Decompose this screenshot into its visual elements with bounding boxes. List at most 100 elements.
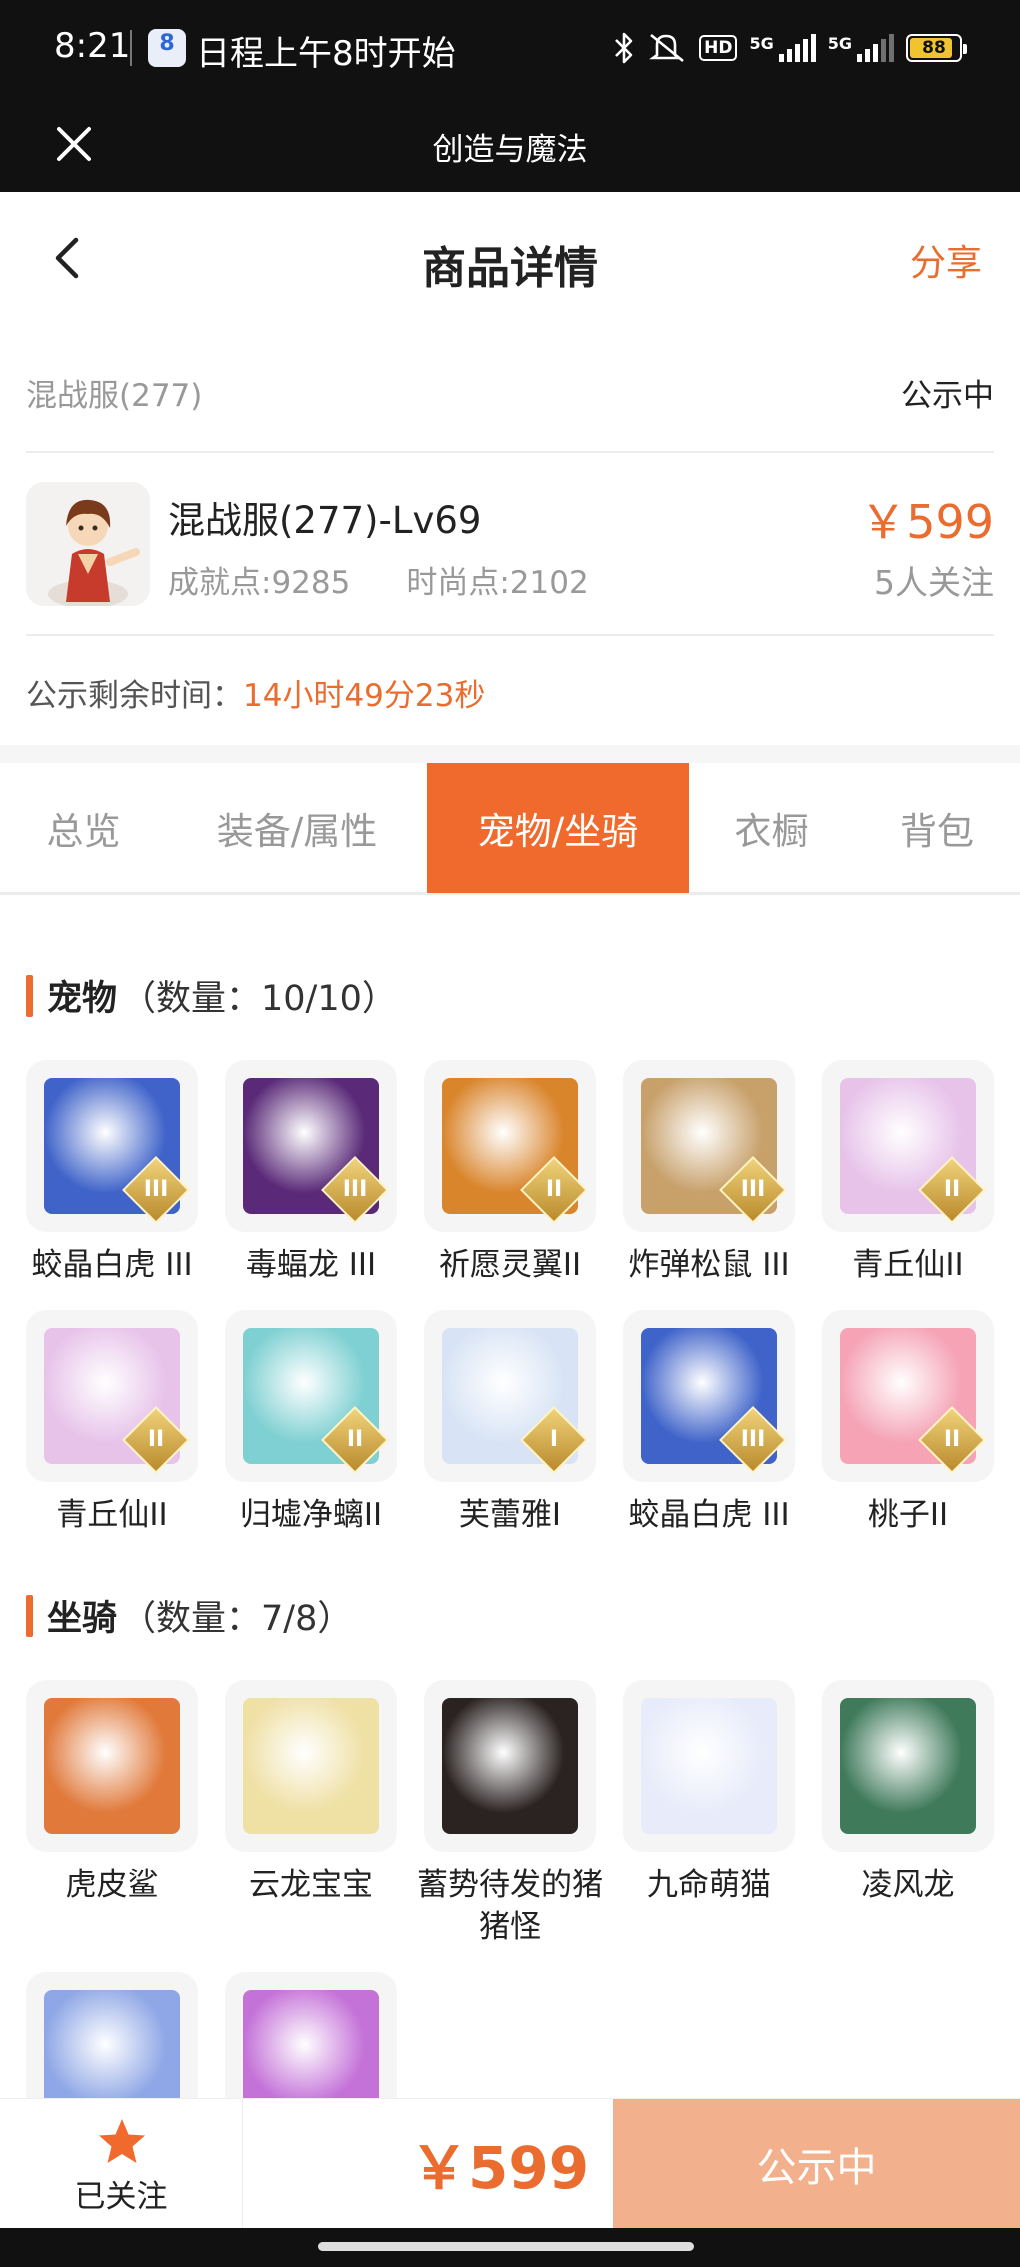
tab-bar: 总览 装备/属性 宠物/坐骑 衣橱 背包 bbox=[0, 763, 1020, 895]
pet-item[interactable]: II 归墟净螭II bbox=[225, 1310, 397, 1536]
pet-thumbnail: III bbox=[623, 1060, 795, 1232]
mount-item[interactable]: 凌风龙 bbox=[822, 1680, 994, 1948]
pet-thumbnail: III bbox=[225, 1060, 397, 1232]
pet-name: 归墟净螭II bbox=[239, 1497, 383, 1533]
server-name: 混战服(277) bbox=[26, 378, 203, 414]
pet-name: 青丘仙II bbox=[852, 1247, 964, 1283]
pets-section-header: 宠物 （数量：10/10） bbox=[26, 970, 397, 1021]
mount-image bbox=[641, 1698, 777, 1834]
remaining-time-label: 公示剩余时间： bbox=[26, 678, 243, 714]
fashion-points: 时尚点:2102 bbox=[406, 565, 589, 601]
pet-name: 桃子II bbox=[867, 1497, 949, 1533]
divider bbox=[26, 634, 994, 636]
mounts-section-header: 坐骑 （数量：7/8） bbox=[26, 1590, 352, 1641]
tab-pets-mounts[interactable]: 宠物/坐骑 bbox=[427, 763, 689, 893]
mounts-title: 坐骑 bbox=[47, 1599, 118, 1639]
mount-name: 蓄势待发的猪猪怪 bbox=[417, 1867, 603, 1945]
status-bar: 8:21 8 日程上午8时开始 HD 5G 5G 88 bbox=[0, 0, 1020, 96]
mount-image bbox=[840, 1698, 976, 1834]
bottom-action-bar: 已关注 ￥599 公示中 bbox=[0, 2098, 1020, 2229]
hd-icon: HD bbox=[699, 35, 738, 61]
pet-thumbnail: II bbox=[424, 1060, 596, 1232]
achievement-points: 成就点:9285 bbox=[168, 565, 351, 601]
item-title: 混战服(277)-Lv69 bbox=[168, 499, 482, 542]
section-accent bbox=[26, 974, 33, 1017]
item-stats: 成就点:9285 时尚点:2102 bbox=[168, 557, 589, 602]
pet-grid: III 蛟晶白虎 III III 毒蝠龙 III II 祈愿灵翼II III 炸弹松鼠 III… bbox=[26, 1060, 994, 1536]
listing-status: 公示中 bbox=[901, 378, 994, 414]
tab-wardrobe[interactable]: 衣橱 bbox=[689, 763, 854, 893]
mount-image bbox=[44, 1698, 180, 1834]
tab-equipment[interactable]: 装备/属性 bbox=[167, 763, 427, 893]
pet-thumbnail: II bbox=[822, 1310, 994, 1482]
mount-name: 虎皮鲨 bbox=[65, 1867, 159, 1903]
home-indicator[interactable] bbox=[318, 2242, 694, 2251]
mount-grid: 虎皮鲨 云龙宝宝 蓄势待发的猪猪怪 九命萌猫 凌风龙 bbox=[26, 1680, 994, 2156]
pet-name: 蛟晶白虎 III bbox=[628, 1497, 790, 1533]
pet-item[interactable]: III 毒蝠龙 III bbox=[225, 1060, 397, 1286]
app-bar: 创造与魔法 bbox=[0, 96, 1020, 192]
status-button[interactable]: 公示中 bbox=[613, 2099, 1020, 2229]
calendar-icon: 8 bbox=[148, 29, 186, 67]
status-time: 8:21 bbox=[54, 26, 131, 66]
share-button[interactable]: 分享 bbox=[910, 234, 982, 286]
mounts-count: （数量：7/8） bbox=[121, 1599, 353, 1639]
mount-item[interactable]: 蓄势待发的猪猪怪 bbox=[417, 1680, 603, 1948]
follower-count: 5人关注 bbox=[874, 563, 994, 602]
status-notification: 日程上午8时开始 bbox=[196, 34, 456, 74]
app-title: 创造与魔法 bbox=[432, 132, 588, 168]
mount-name: 云龙宝宝 bbox=[249, 1867, 373, 1903]
mount-image bbox=[442, 1698, 578, 1834]
remaining-time-value: 14小时49分23秒 bbox=[243, 678, 486, 714]
mount-thumbnail bbox=[822, 1680, 994, 1852]
pet-item[interactable]: I 芙蕾雅I bbox=[424, 1310, 596, 1536]
signal-icon-1: 5G bbox=[749, 34, 816, 62]
pet-item[interactable]: II 桃子II bbox=[822, 1310, 994, 1536]
item-price: ￥599 bbox=[860, 495, 994, 549]
page-title: 商品详情 bbox=[422, 243, 598, 294]
pet-item[interactable]: II 青丘仙II bbox=[26, 1310, 198, 1536]
pet-thumbnail: II bbox=[26, 1310, 198, 1482]
remaining-time: 公示剩余时间：14小时49分23秒 bbox=[26, 670, 485, 715]
mount-thumbnail bbox=[424, 1680, 596, 1852]
pet-name: 青丘仙II bbox=[56, 1497, 168, 1533]
pets-count: （数量：10/10） bbox=[121, 979, 397, 1019]
section-accent bbox=[26, 1594, 33, 1637]
pet-item[interactable]: II 祈愿灵翼II bbox=[424, 1060, 596, 1286]
tab-overview[interactable]: 总览 bbox=[0, 763, 167, 893]
mount-item[interactable]: 九命萌猫 bbox=[623, 1680, 795, 1948]
bluetooth-icon bbox=[615, 32, 633, 64]
pet-name: 蛟晶白虎 III bbox=[31, 1247, 193, 1283]
pet-thumbnail: II bbox=[822, 1060, 994, 1232]
signal-icon-2: 5G bbox=[828, 34, 894, 62]
mount-image bbox=[243, 1698, 379, 1834]
pets-title: 宠物 bbox=[47, 979, 118, 1019]
follow-label: 已关注 bbox=[74, 2179, 168, 2215]
pet-thumbnail: II bbox=[225, 1310, 397, 1482]
character-avatar bbox=[26, 482, 150, 606]
mount-thumbnail bbox=[26, 1680, 198, 1852]
status-icons: HD 5G 5G 88 bbox=[613, 26, 967, 70]
pet-name: 祈愿灵翼II bbox=[438, 1247, 582, 1283]
pet-thumbnail: I bbox=[424, 1310, 596, 1482]
mount-item[interactable]: 虎皮鲨 bbox=[26, 1680, 198, 1948]
system-nav-bar bbox=[0, 2228, 1020, 2267]
battery-icon: 88 bbox=[906, 34, 967, 62]
follow-button[interactable]: 已关注 bbox=[0, 2099, 243, 2229]
status-separator bbox=[130, 30, 132, 66]
divider bbox=[26, 451, 994, 453]
pet-item[interactable]: II 青丘仙II bbox=[822, 1060, 994, 1286]
star-icon bbox=[99, 2119, 145, 2163]
mount-item[interactable]: 云龙宝宝 bbox=[225, 1680, 397, 1948]
pet-item[interactable]: III 蛟晶白虎 III bbox=[623, 1310, 795, 1536]
pet-item[interactable]: III 炸弹松鼠 III bbox=[623, 1060, 795, 1286]
pet-name: 芙蕾雅I bbox=[458, 1497, 562, 1533]
pet-name: 炸弹松鼠 III bbox=[628, 1247, 790, 1283]
mount-thumbnail bbox=[623, 1680, 795, 1852]
pet-name: 毒蝠龙 III bbox=[245, 1247, 377, 1283]
section-gap bbox=[0, 745, 1020, 763]
tab-backpack[interactable]: 背包 bbox=[854, 763, 1020, 893]
bottom-price: ￥599 bbox=[410, 2134, 590, 2202]
pet-item[interactable]: III 蛟晶白虎 III bbox=[26, 1060, 198, 1286]
mount-thumbnail bbox=[225, 1680, 397, 1852]
